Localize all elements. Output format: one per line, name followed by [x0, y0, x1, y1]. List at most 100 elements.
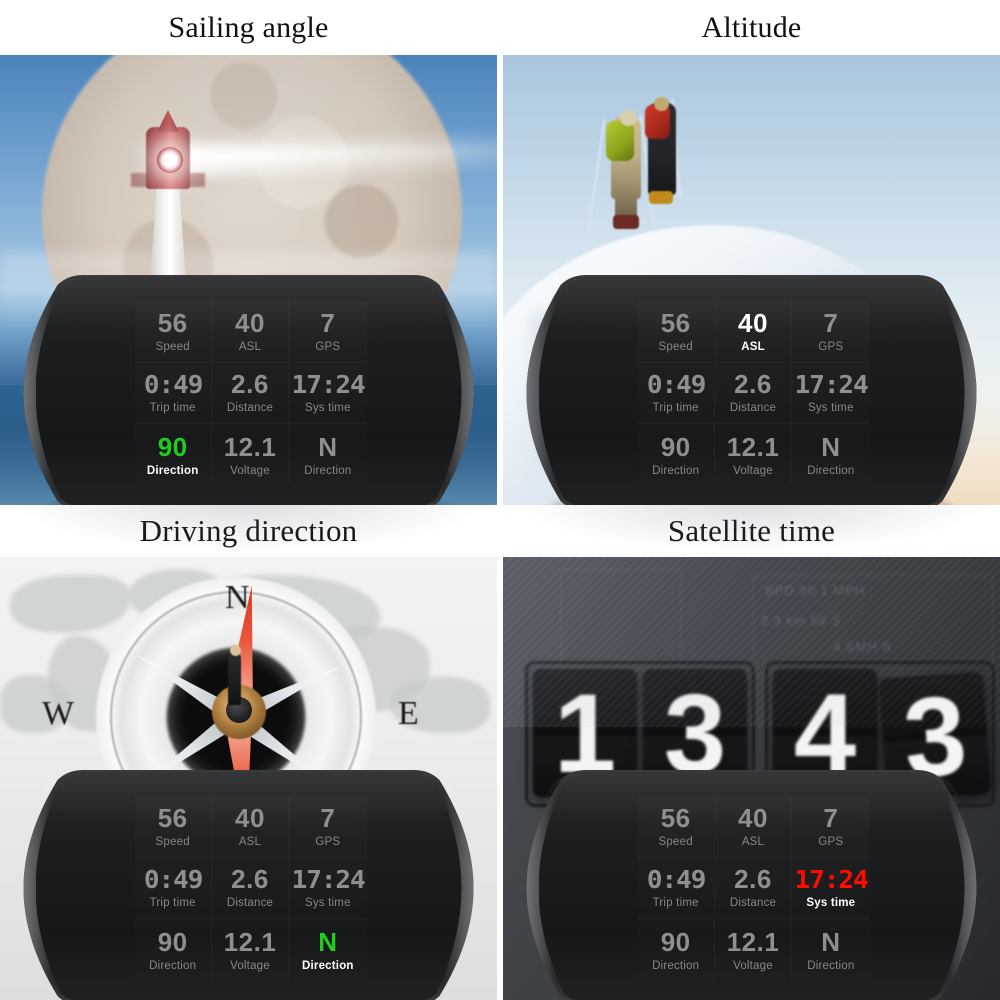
hud-cell-label: Distance	[226, 897, 274, 910]
panel-driving-direction: N W E 56 Speed 40 ASL 7 GPS 0:49 Trip time 2.6 Di…	[0, 557, 497, 1000]
figurine-body	[228, 653, 241, 705]
hud-cell-label: Speed	[658, 340, 693, 353]
climber-front-head	[620, 110, 637, 126]
hud-cell-sys-time: 17:24 Sys time	[792, 363, 869, 425]
panel-title-sailing-angle: Sailing angle	[0, 0, 497, 55]
panel-title-text: Satellite time	[667, 513, 836, 548]
hud-screen: 56 Speed 40 ASL 7 GPS 0:49 Trip time 2.6 Distance…	[637, 301, 870, 486]
hud-cell-value: 2.6	[734, 864, 772, 895]
hud-cell-label: Distance	[729, 402, 777, 415]
hud-cell-label: ASL	[238, 835, 262, 848]
hud-cell-distance: 2.6 Distance	[715, 363, 792, 425]
hud-cell-label: GPS	[315, 835, 341, 848]
hud-cell-value: 17:24	[794, 369, 868, 399]
hud-cell-asl: 40 ASL	[212, 796, 289, 858]
hud-cell-label: Trip time	[149, 401, 196, 414]
hud-cell-value: 90	[660, 431, 691, 462]
climber-rear-head	[654, 97, 669, 111]
hud-cell-direction: 90 Direction	[135, 919, 212, 981]
hud-cell-label: Sys time	[304, 401, 351, 414]
compass-letter-north: N	[225, 579, 250, 616]
hud-screen: 56 Speed 40 ASL 7 GPS 0:49 Trip time 2.6 Distance…	[637, 796, 870, 981]
climber-front-backpack	[606, 121, 634, 161]
hud-cell-direction: N Direction	[792, 424, 869, 486]
trekking-pole	[586, 118, 606, 237]
hud-cell-label: Speed	[155, 835, 190, 848]
hud-device-altitude: 56 Speed 40 ASL 7 GPS 0:49 Trip time 2.6 Distance…	[525, 269, 979, 505]
hud-cell-label: ASL	[238, 340, 262, 353]
hud-cell-value: N	[821, 431, 841, 462]
panel-title-text: Driving direction	[139, 513, 358, 548]
product-feature-grid: Sailing angle Altitude 56 Speed 40 ASL 7 GPS 0…	[0, 0, 1000, 1000]
hud-cell-value: 7	[320, 802, 336, 833]
hud-cell-label: GPS	[818, 835, 844, 848]
hud-cell-label: Trip time	[149, 896, 196, 909]
hud-cell-value: 56	[157, 802, 188, 833]
panel-title-satellite-time: Satellite time	[503, 505, 1000, 557]
hud-cell-asl: 40 ASL	[715, 301, 792, 363]
hud-cell-distance: 2.6 Distance	[212, 858, 289, 920]
hud-cell-label: Speed	[155, 340, 190, 353]
hud-cell-value: 40	[235, 802, 265, 833]
hud-cell-value: 17:24	[291, 864, 365, 894]
hud-cell-value: 12.1	[223, 926, 277, 957]
hud-cell-voltage: 12.1 Voltage	[715, 919, 792, 981]
hud-cell-distance: 2.6 Distance	[212, 363, 289, 425]
hud-cell-speed: 56 Speed	[135, 796, 212, 858]
hud-cell-speed: 56 Speed	[135, 301, 212, 363]
hud-cell-value: N	[318, 926, 338, 957]
hud-cell-speed: 56 Speed	[638, 796, 715, 858]
hud-cell-label: GPS	[315, 340, 341, 353]
hud-cell-direction: 90 Direction	[638, 424, 715, 486]
panel-title-driving-direction: Driving direction	[0, 505, 497, 557]
climber-front-boot	[613, 215, 639, 229]
hud-cell-sys-time: 17:24 Sys time	[792, 858, 869, 920]
hud-cell-label: Direction	[146, 464, 199, 477]
hud-device-driving-direction: 56 Speed 40 ASL 7 GPS 0:49 Trip time 2.6 Distance…	[22, 764, 476, 1000]
hud-cell-gps: 7 GPS	[289, 796, 366, 858]
hud-cell-value: 17:24	[291, 369, 365, 399]
hud-cell-label: Direction	[302, 959, 354, 972]
hud-device-satellite-time: 56 Speed 40 ASL 7 GPS 0:49 Trip time 2.6 Distance…	[525, 764, 979, 1000]
hud-cell-value: 0:49	[646, 864, 706, 894]
hud-cell-direction: 90 Direction	[135, 424, 212, 486]
hud-cell-value: 40	[738, 802, 768, 833]
hud-cell-value: N	[821, 926, 841, 957]
hud-cell-label: ASL	[741, 835, 765, 848]
hud-cell-direction: N Direction	[792, 919, 869, 981]
hud-cell-label: Distance	[729, 897, 777, 910]
compass-letter-east: E	[398, 695, 419, 732]
hud-cell-value: 7	[320, 307, 336, 338]
hud-cell-label: Voltage	[733, 464, 773, 477]
hud-cell-label: Direction	[149, 959, 197, 972]
hud-cell-label: Sys time	[807, 401, 854, 414]
panel-satellite-time: SPD 90.1 MPH 2.3 km 59 S 4 SMH S 1 3 4 3…	[503, 557, 1000, 1000]
hud-cell-distance: 2.6 Distance	[715, 858, 792, 920]
windshield-glass-overlay	[503, 557, 1000, 727]
hud-cell-label: Trip time	[652, 401, 699, 414]
hud-cell-value: 90	[157, 431, 188, 462]
hud-cell-gps: 7 GPS	[792, 796, 869, 858]
lighthouse-lamp-icon	[157, 147, 183, 173]
hud-cell-value: 56	[660, 307, 691, 338]
hud-cell-value: 90	[157, 926, 188, 957]
hud-cell-label: GPS	[818, 340, 844, 353]
hud-cell-voltage: 12.1 Voltage	[212, 919, 289, 981]
hud-cell-trip-time: 0:49 Trip time	[135, 363, 212, 425]
hud-cell-gps: 7 GPS	[289, 301, 366, 363]
hud-cell-value: 56	[157, 307, 188, 338]
hud-cell-value: 12.1	[726, 926, 780, 957]
panel-title-altitude: Altitude	[503, 0, 1000, 55]
hud-cell-value: 40	[235, 307, 265, 338]
hud-cell-direction: N Direction	[289, 919, 366, 981]
hud-cell-sys-time: 17:24 Sys time	[289, 858, 366, 920]
hud-cell-asl: 40 ASL	[212, 301, 289, 363]
hud-cell-value: 90	[660, 926, 691, 957]
hud-cell-label: Direction	[304, 464, 352, 477]
hud-cell-label: Direction	[652, 464, 700, 477]
hud-cell-trip-time: 0:49 Trip time	[135, 858, 212, 920]
hud-cell-value: 0:49	[143, 864, 203, 894]
hud-cell-direction: N Direction	[289, 424, 366, 486]
hud-cell-gps: 7 GPS	[792, 301, 869, 363]
hud-device-sailing-angle: 56 Speed 40 ASL 7 GPS 0:49 Trip time 2.6 Distance…	[22, 269, 476, 505]
